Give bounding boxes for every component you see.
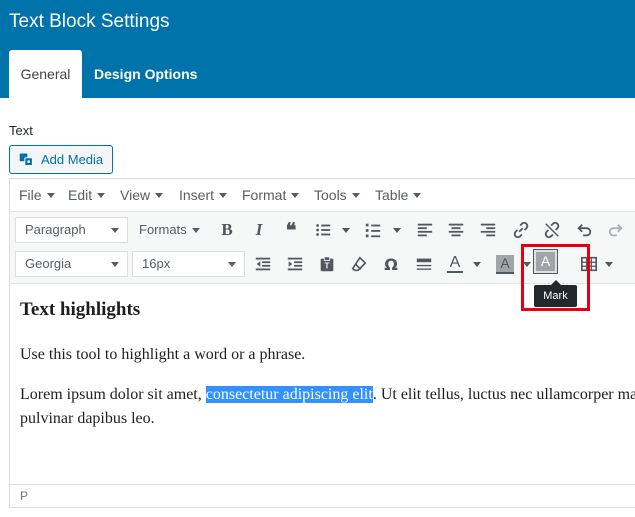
unlink-icon[interactable]	[540, 218, 564, 242]
table-caret-icon[interactable]	[605, 262, 613, 267]
numbered-list-caret-icon[interactable]	[393, 228, 401, 233]
paste-text-icon[interactable]: T	[315, 252, 339, 276]
font-size-value: 16px	[142, 256, 171, 271]
media-icon	[19, 153, 33, 166]
editor-content[interactable]: Text highlights Use this tool to highlig…	[20, 299, 635, 447]
editor-menubar: File Edit View Insert Format Tools Table	[10, 179, 635, 211]
add-media-label: Add Media	[41, 152, 104, 167]
align-center-icon[interactable]	[444, 218, 468, 242]
menu-view-label: View	[120, 187, 151, 203]
text-field-label: Text	[9, 123, 33, 138]
outdent-icon[interactable]	[251, 252, 275, 276]
bold-icon[interactable]: B	[215, 218, 239, 242]
panel-title: Text Block Settings	[9, 11, 170, 32]
menu-table-label: Table	[375, 187, 409, 203]
text-color-caret-icon[interactable]	[473, 262, 481, 267]
redo-icon[interactable]	[604, 218, 628, 242]
font-family-value: Georgia	[25, 256, 72, 271]
tab-design-options[interactable]: Design Options	[94, 50, 197, 98]
settings-header: Text Block Settings General Design Optio…	[0, 0, 635, 98]
paragraph-2-text-before: Lorem ipsum dolor sit amet,	[20, 386, 206, 403]
align-right-icon[interactable]	[476, 218, 500, 242]
indent-icon[interactable]	[283, 252, 307, 276]
font-size-select[interactable]: 16px	[132, 251, 245, 277]
menu-tools[interactable]: Tools	[314, 179, 360, 211]
tab-general[interactable]: General	[9, 50, 82, 98]
align-left-icon[interactable]	[413, 218, 437, 242]
menu-table[interactable]: Table	[375, 179, 422, 211]
menu-edit[interactable]: Edit	[68, 179, 106, 211]
menu-insert-label: Insert	[179, 187, 215, 203]
menu-file-label: File	[19, 187, 42, 203]
undo-icon[interactable]	[572, 218, 596, 242]
bullet-list-caret-icon[interactable]	[342, 228, 350, 233]
italic-icon[interactable]: I	[247, 218, 271, 242]
content-paragraph-1: Use this tool to highlight a word or a p…	[20, 346, 306, 363]
block-format-select[interactable]: Paragraph	[15, 217, 128, 243]
numbered-list-icon[interactable]	[361, 218, 385, 242]
annotation-highlight-box	[521, 244, 590, 311]
add-media-button[interactable]: Add Media	[9, 145, 113, 174]
special-character-icon[interactable]: Ω	[379, 252, 403, 276]
menu-file[interactable]: File	[19, 179, 55, 211]
font-family-select[interactable]: Georgia	[15, 251, 128, 277]
editor-statusbar: P	[10, 484, 635, 508]
formats-label: Formats	[139, 222, 187, 237]
paragraph-2-line-2: pulvinar dapibus leo.	[20, 410, 155, 427]
blockquote-icon[interactable]: ❝	[279, 218, 303, 242]
text-color-icon[interactable]: A	[443, 252, 467, 276]
block-format-value: Paragraph	[25, 222, 86, 237]
paragraph-2-text-after: . Ut elit tellus, luctus nec ullamcorper…	[372, 386, 635, 403]
link-icon[interactable]	[509, 218, 533, 242]
clear-formatting-icon[interactable]	[347, 252, 371, 276]
menu-format-label: Format	[242, 187, 287, 203]
bullet-list-icon[interactable]	[311, 218, 335, 242]
element-path[interactable]: P	[20, 489, 28, 503]
rich-text-editor: File Edit View Insert Format Tools Table…	[9, 178, 635, 508]
text-color-glyph: A	[449, 254, 461, 271]
menu-view[interactable]: View	[120, 179, 164, 211]
background-color-icon[interactable]: A	[493, 252, 517, 276]
horizontal-line-icon[interactable]	[412, 252, 436, 276]
formats-dropdown[interactable]: Formats	[139, 217, 200, 243]
content-paragraph-2: Lorem ipsum dolor sit amet, consectetur …	[20, 383, 635, 431]
menu-insert[interactable]: Insert	[179, 179, 228, 211]
menu-format[interactable]: Format	[242, 179, 300, 211]
selected-text[interactable]: consectetur adipiscing elit	[205, 386, 373, 403]
svg-text:T: T	[325, 262, 330, 271]
menu-edit-label: Edit	[68, 187, 93, 203]
menu-tools-label: Tools	[314, 187, 347, 203]
